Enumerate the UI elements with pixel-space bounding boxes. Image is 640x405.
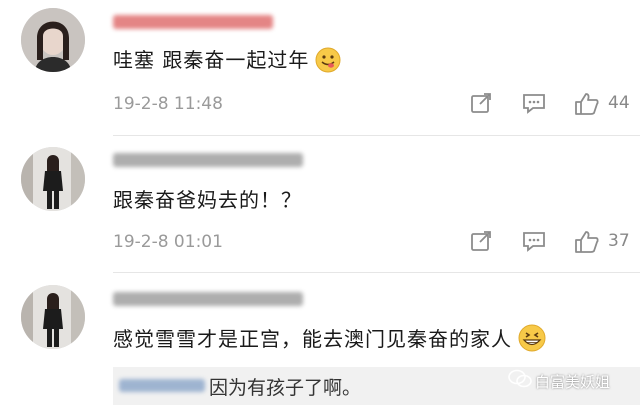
- comment-text: 跟秦奋爸妈去的！？: [113, 188, 302, 212]
- username-blurred[interactable]: [113, 292, 303, 306]
- share-icon[interactable]: [470, 230, 492, 252]
- comment-text: 感觉雪雪才是正宫，能去澳门见秦奋的家人: [113, 323, 546, 357]
- comment-text-content: 哇塞 跟秦奋一起过年: [113, 48, 310, 72]
- share-icon[interactable]: [470, 92, 492, 114]
- like-count: 44: [608, 93, 630, 113]
- watermark-text: 白富美妖姐: [535, 373, 611, 391]
- avatar-photo: [21, 147, 85, 211]
- avatar-photo: [21, 8, 85, 72]
- timestamp: 19-2-8 01:01: [113, 232, 223, 252]
- grinning-face-emoji: [518, 324, 546, 357]
- divider: [113, 135, 640, 136]
- avatar[interactable]: [21, 147, 85, 211]
- username-blurred[interactable]: [113, 15, 273, 29]
- wechat-logo-icon: [508, 369, 532, 393]
- avatar[interactable]: [21, 285, 85, 349]
- like-icon[interactable]: [574, 230, 600, 254]
- comment-icon[interactable]: [522, 230, 546, 252]
- comment-text-content: 感觉雪雪才是正宫，能去澳门见秦奋的家人: [113, 327, 512, 351]
- like-icon[interactable]: [574, 92, 600, 116]
- yum-face-emoji: [315, 47, 341, 78]
- username-blurred[interactable]: [113, 153, 303, 167]
- reply-username-blurred[interactable]: [119, 379, 205, 392]
- like-count: 37: [608, 231, 630, 251]
- timestamp: 19-2-8 11:48: [113, 94, 223, 114]
- avatar-photo: [21, 285, 85, 349]
- comment-icon[interactable]: [522, 92, 546, 114]
- divider: [113, 272, 640, 273]
- avatar[interactable]: [21, 8, 85, 72]
- reply-text: 因为有孩子了啊。: [209, 377, 362, 399]
- comment-text: 哇塞 跟秦奋一起过年: [113, 44, 341, 78]
